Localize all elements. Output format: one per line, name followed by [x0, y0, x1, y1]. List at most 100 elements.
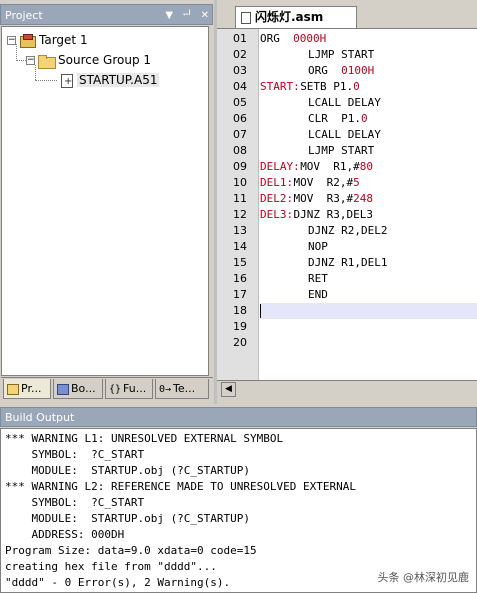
- code-line: 11 DEL2: MOV R3,#248: [217, 191, 477, 207]
- instruction-operand: 0: [353, 80, 360, 93]
- tab-functions-label: Fu...: [123, 382, 147, 395]
- code-line: 06 CLR P1.0: [217, 111, 477, 127]
- build-output-line: SYMBOL: ?C_START: [5, 496, 145, 509]
- panel-pin-icon[interactable]: ᆔ: [182, 10, 191, 21]
- collapse-icon[interactable]: −: [7, 36, 16, 45]
- code-line: 08 LJMP START: [217, 143, 477, 159]
- line-number: 05: [233, 96, 247, 109]
- line-number: 01: [233, 32, 247, 45]
- build-output-panel: Build Output *** WARNING L1: UNRESOLVED …: [0, 404, 477, 593]
- line-number: 18: [233, 304, 247, 317]
- code-instruction: DJNZ R3,DEL3: [294, 207, 373, 223]
- tab-file-label: 闪烁灯.asm: [255, 10, 324, 24]
- line-number: 04: [233, 80, 247, 93]
- panel-close-icon[interactable]: ✕: [201, 10, 209, 21]
- tab-project-label: Pr...: [21, 382, 42, 395]
- project-panel-title: Project ▼ ᆔ ✕: [0, 4, 213, 25]
- line-number: 02: [233, 48, 247, 61]
- line-number: 17: [233, 288, 247, 301]
- code-instruction: SETB P1.0: [300, 79, 360, 95]
- code-line: 19: [217, 319, 477, 335]
- folder-icon: [38, 54, 56, 69]
- line-number: 12: [233, 208, 247, 221]
- code-line: 07 LCALL DELAY: [217, 127, 477, 143]
- instruction-text: NOP: [308, 240, 328, 253]
- instruction-text: LJMP START: [308, 144, 375, 157]
- instruction-text: LJMP START: [308, 48, 375, 61]
- line-number: 20: [233, 336, 247, 349]
- tree-item-source-group[interactable]: − Source Group 1: [26, 51, 151, 69]
- line-number: 11: [233, 192, 247, 205]
- instruction-text: LCALL DELAY: [308, 96, 381, 109]
- code-instruction: LCALL DELAY: [308, 95, 381, 111]
- panel-dropdown-icon[interactable]: ▼: [165, 10, 173, 21]
- tab-books[interactable]: Bo...: [53, 379, 103, 399]
- code-line: 20: [217, 335, 477, 351]
- code-line: 02 LJMP START: [217, 47, 477, 63]
- code-instruction: END: [308, 287, 328, 303]
- line-number: 06: [233, 112, 247, 125]
- code-line: 16 RET: [217, 271, 477, 287]
- build-output-line: *** WARNING L1: UNRESOLVED EXTERNAL SYMB…: [5, 432, 284, 445]
- code-line: 13 DJNZ R2,DEL2: [217, 223, 477, 239]
- code-instruction: NOP: [308, 239, 328, 255]
- code-instruction: CLR P1.0: [308, 111, 368, 127]
- instruction-text: END: [308, 288, 328, 301]
- code-instruction: DJNZ R2,DEL2: [308, 223, 387, 239]
- code-label: DEL3:: [260, 208, 294, 221]
- build-output-line: *** WARNING L2: REFERENCE MADE TO UNRESO…: [5, 480, 356, 493]
- build-output-line: SYMBOL: ?C_START: [5, 448, 145, 461]
- build-output-line: MODULE: STARTUP.obj (?C_STARTUP): [5, 512, 251, 525]
- code-label: DEL1:: [260, 176, 294, 189]
- code-instruction: ORG 0100H: [308, 63, 374, 79]
- code-editor[interactable]: 01 ORG 0000H 02 LJMP START 03 ORG 0100H 04 STAR…: [217, 28, 477, 381]
- uvision-window: Project ▼ ᆔ ✕ − Target 1 − Source Group 1 …: [0, 0, 477, 593]
- instruction-text: ORG: [260, 32, 294, 45]
- code-instruction: DJNZ R1,DEL1: [308, 255, 387, 271]
- code-line: 14 NOP: [217, 239, 477, 255]
- line-number: 07: [233, 128, 247, 141]
- tree-connector: [16, 60, 26, 61]
- instruction-operand: 248: [353, 192, 373, 205]
- line-number: 16: [233, 272, 247, 285]
- line-number: 15: [233, 256, 247, 269]
- code-instruction: MOV R1,#80: [300, 159, 373, 175]
- line-number: 14: [233, 240, 247, 253]
- code-instruction: LCALL DELAY: [308, 127, 381, 143]
- instruction-operand: 80: [359, 160, 374, 173]
- tab-functions[interactable]: {} Fu...: [105, 379, 153, 399]
- line-number: 08: [233, 144, 247, 157]
- tab-project[interactable]: Pr...: [3, 379, 51, 399]
- instruction-text: CLR P1.: [308, 112, 361, 125]
- line-number: 19: [233, 320, 247, 333]
- instruction-text: LCALL DELAY: [308, 128, 381, 141]
- document-icon: [241, 11, 251, 24]
- tree-item-target-label: Target 1: [39, 33, 88, 47]
- tab-templates[interactable]: 0→ Te...: [155, 379, 209, 399]
- functions-icon: {}: [109, 383, 122, 395]
- line-number: 13: [233, 224, 247, 237]
- tree-item-file[interactable]: STARTUP.A51: [61, 71, 160, 91]
- horizontal-scrollbar[interactable]: ◀: [217, 380, 477, 397]
- current-line-highlight: [260, 303, 477, 319]
- instruction-text: RET: [308, 272, 328, 285]
- scroll-left-icon[interactable]: ◀: [221, 382, 236, 397]
- editor-tab-bar: 闪烁灯.asm: [217, 0, 477, 28]
- tab-file[interactable]: 闪烁灯.asm: [235, 6, 357, 28]
- code-instruction: ORG 0000H: [260, 31, 326, 47]
- tab-books-label: Bo...: [71, 382, 96, 395]
- books-icon: [57, 383, 69, 395]
- code-line: 05 LCALL DELAY: [217, 95, 477, 111]
- code-line: 15 DJNZ R1,DEL1: [217, 255, 477, 271]
- code-label: DEL2:: [260, 192, 294, 205]
- instruction-text: MOV R2,#: [293, 176, 354, 189]
- instruction-text: DJNZ R2,DEL2: [308, 224, 388, 237]
- instruction-operand: 0: [360, 112, 368, 125]
- instruction-text: DJNZ R3,DEL3: [293, 208, 373, 221]
- code-instruction: LJMP START: [308, 47, 374, 63]
- tree-item-target[interactable]: − Target 1: [7, 31, 88, 49]
- instruction-operand: 5: [353, 176, 360, 189]
- line-number: 03: [233, 64, 247, 77]
- collapse-icon[interactable]: −: [26, 56, 35, 65]
- code-label: DELAY:: [260, 160, 300, 173]
